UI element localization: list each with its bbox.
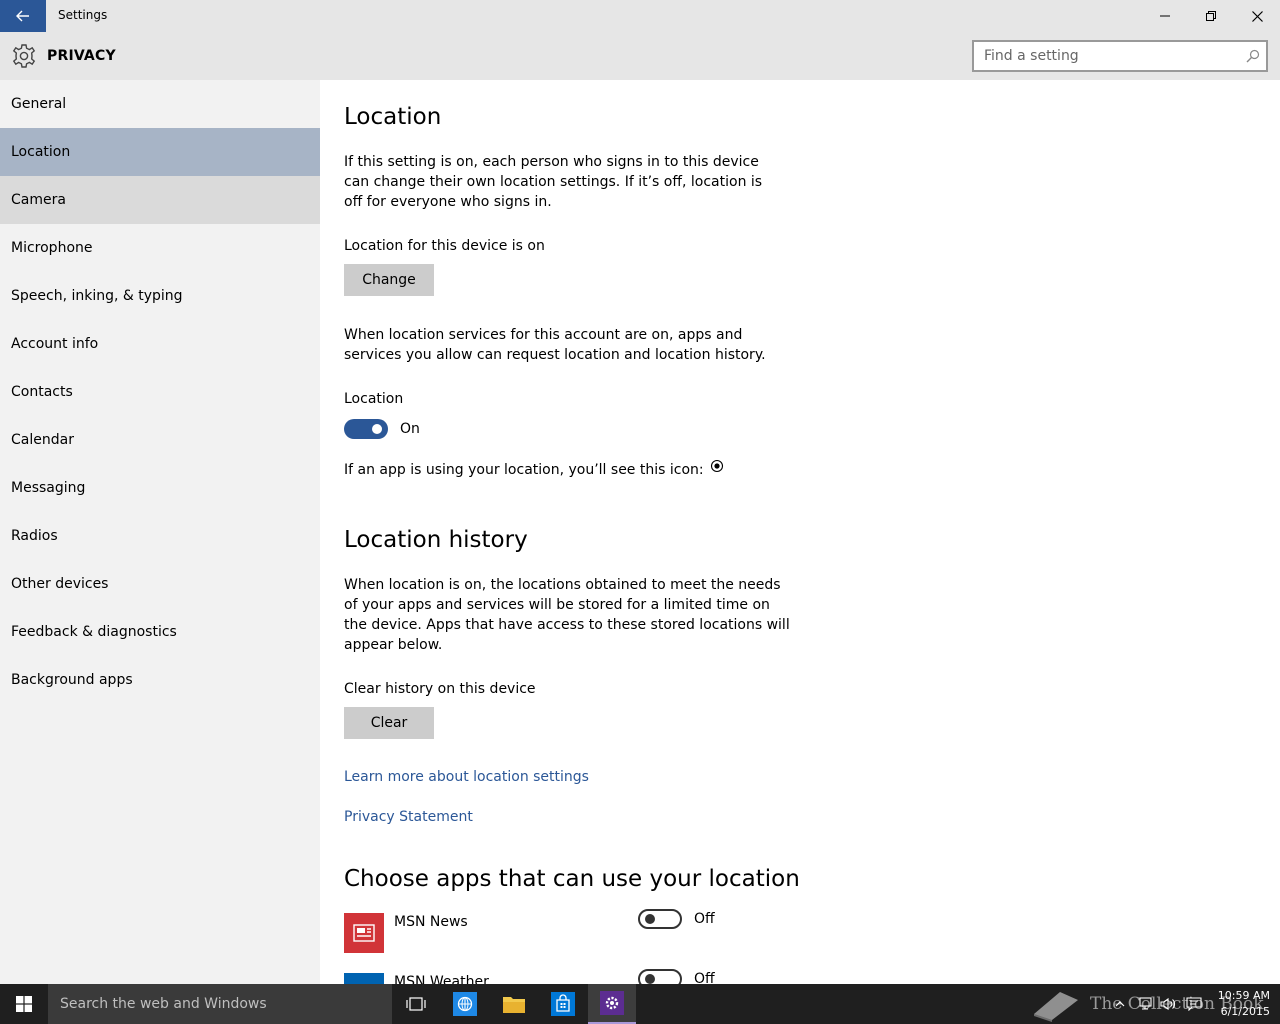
location-icon-note: If an app is using your location, you’ll… bbox=[344, 459, 724, 480]
settings-gear-icon bbox=[600, 991, 624, 1015]
taskbar-store-button[interactable] bbox=[539, 984, 587, 1024]
sidebar-item-general[interactable]: General bbox=[0, 80, 320, 128]
start-button[interactable] bbox=[0, 984, 48, 1024]
find-setting-box[interactable] bbox=[972, 40, 1268, 72]
clear-history-label: Clear history on this device bbox=[344, 681, 536, 697]
location-history-heading: Location history bbox=[344, 527, 528, 553]
taskbar-file-explorer-button[interactable] bbox=[490, 984, 538, 1024]
close-icon bbox=[1251, 10, 1263, 22]
restore-icon bbox=[1206, 11, 1216, 21]
sidebar-item-microphone[interactable]: Microphone bbox=[0, 224, 320, 272]
volume-icon bbox=[1160, 997, 1175, 1011]
sidebar-item-calendar[interactable]: Calendar bbox=[0, 416, 320, 464]
window-title: Settings bbox=[58, 8, 108, 22]
search-icon[interactable] bbox=[1246, 49, 1260, 63]
sidebar-item-background-apps[interactable]: Background apps bbox=[0, 656, 320, 704]
windows-logo-icon bbox=[16, 996, 32, 1012]
taskbar-search-input[interactable] bbox=[48, 984, 392, 1024]
change-button[interactable]: Change bbox=[344, 264, 434, 296]
sidebar-item-account-info[interactable]: Account info bbox=[0, 320, 320, 368]
restore-button[interactable] bbox=[1188, 0, 1234, 32]
location-history-description: When location is on, the locations obtai… bbox=[344, 577, 790, 653]
choose-apps-heading: Choose apps that can use your location bbox=[344, 866, 800, 892]
msn-news-app-icon bbox=[344, 913, 384, 953]
taskbar-clock[interactable]: 10:59 AM 6/1/2015 bbox=[1210, 988, 1270, 1020]
sidebar: General Location Camera Microphone Speec… bbox=[0, 80, 320, 984]
find-setting-input[interactable] bbox=[974, 42, 1234, 70]
msn-news-app-name: MSN News bbox=[394, 914, 468, 930]
browser-icon bbox=[453, 992, 477, 1016]
msn-weather-toggle[interactable] bbox=[638, 969, 682, 984]
minimize-icon bbox=[1160, 15, 1170, 17]
taskbar: The Collection Book 10:59 AM 6/1/2015 bbox=[0, 984, 1280, 1024]
privacy-statement-link[interactable]: Privacy Statement bbox=[344, 809, 473, 825]
action-center-button[interactable] bbox=[1186, 996, 1202, 1012]
location-toggle[interactable] bbox=[344, 419, 388, 439]
back-button[interactable] bbox=[0, 0, 46, 32]
network-tray-button[interactable] bbox=[1136, 996, 1152, 1012]
volume-tray-button[interactable] bbox=[1160, 996, 1176, 1012]
taskbar-settings-button[interactable] bbox=[588, 984, 636, 1024]
sidebar-item-camera[interactable]: Camera bbox=[0, 176, 320, 224]
msn-news-toggle-state: Off bbox=[694, 911, 715, 927]
page-header: PRIVACY bbox=[0, 32, 1280, 80]
msn-weather-toggle-state: Off bbox=[694, 971, 715, 984]
notifications-icon bbox=[1186, 997, 1202, 1011]
chevron-up-icon bbox=[1115, 1001, 1125, 1007]
location-heading: Location bbox=[344, 104, 442, 130]
learn-more-link[interactable]: Learn more about location settings bbox=[344, 769, 589, 785]
location-toggle-label: Location bbox=[344, 391, 404, 407]
show-hidden-icons-button[interactable] bbox=[1112, 996, 1128, 1012]
task-view-icon bbox=[406, 997, 426, 1011]
toggle-knob bbox=[645, 914, 655, 924]
page-title: PRIVACY bbox=[47, 48, 116, 64]
content-pane: Location If this setting is on, each per… bbox=[320, 80, 1280, 984]
msn-weather-app-icon bbox=[344, 973, 384, 984]
taskbar-browser-button[interactable] bbox=[441, 984, 489, 1024]
toggle-knob bbox=[645, 974, 655, 984]
back-arrow-icon bbox=[16, 10, 29, 22]
location-icon-note-text: If an app is using your location, you’ll… bbox=[344, 462, 704, 478]
gear-icon bbox=[11, 43, 37, 69]
clock-date: 6/1/2015 bbox=[1220, 1005, 1270, 1018]
device-location-status: Location for this device is on bbox=[344, 238, 545, 254]
sidebar-item-radios[interactable]: Radios bbox=[0, 512, 320, 560]
sidebar-item-speech[interactable]: Speech, inking, & typing bbox=[0, 272, 320, 320]
task-view-button[interactable] bbox=[392, 984, 440, 1024]
folder-icon bbox=[503, 997, 525, 1013]
title-bar: Settings bbox=[0, 0, 1280, 32]
minimize-button[interactable] bbox=[1142, 0, 1188, 32]
clock-time: 10:59 AM bbox=[1217, 989, 1270, 1002]
network-icon bbox=[1139, 997, 1152, 1010]
sidebar-item-other-devices[interactable]: Other devices bbox=[0, 560, 320, 608]
location-toggle-state: On bbox=[400, 421, 420, 437]
msn-news-toggle[interactable] bbox=[638, 909, 682, 929]
sidebar-item-messaging[interactable]: Messaging bbox=[0, 464, 320, 512]
sidebar-item-location[interactable]: Location bbox=[0, 128, 320, 176]
store-icon bbox=[551, 992, 575, 1016]
account-location-description: When location services for this account … bbox=[344, 327, 766, 363]
location-in-use-icon bbox=[711, 459, 724, 473]
toggle-knob bbox=[372, 424, 382, 434]
sidebar-item-contacts[interactable]: Contacts bbox=[0, 368, 320, 416]
msn-weather-app-name: MSN Weather bbox=[394, 974, 489, 984]
book-icon bbox=[1034, 992, 1078, 1022]
taskbar-search-box[interactable] bbox=[48, 984, 392, 1024]
location-description: If this setting is on, each person who s… bbox=[344, 154, 763, 210]
clear-button[interactable]: Clear bbox=[344, 707, 434, 739]
news-icon bbox=[353, 924, 375, 942]
close-button[interactable] bbox=[1234, 0, 1280, 32]
sidebar-item-feedback[interactable]: Feedback & diagnostics bbox=[0, 608, 320, 656]
